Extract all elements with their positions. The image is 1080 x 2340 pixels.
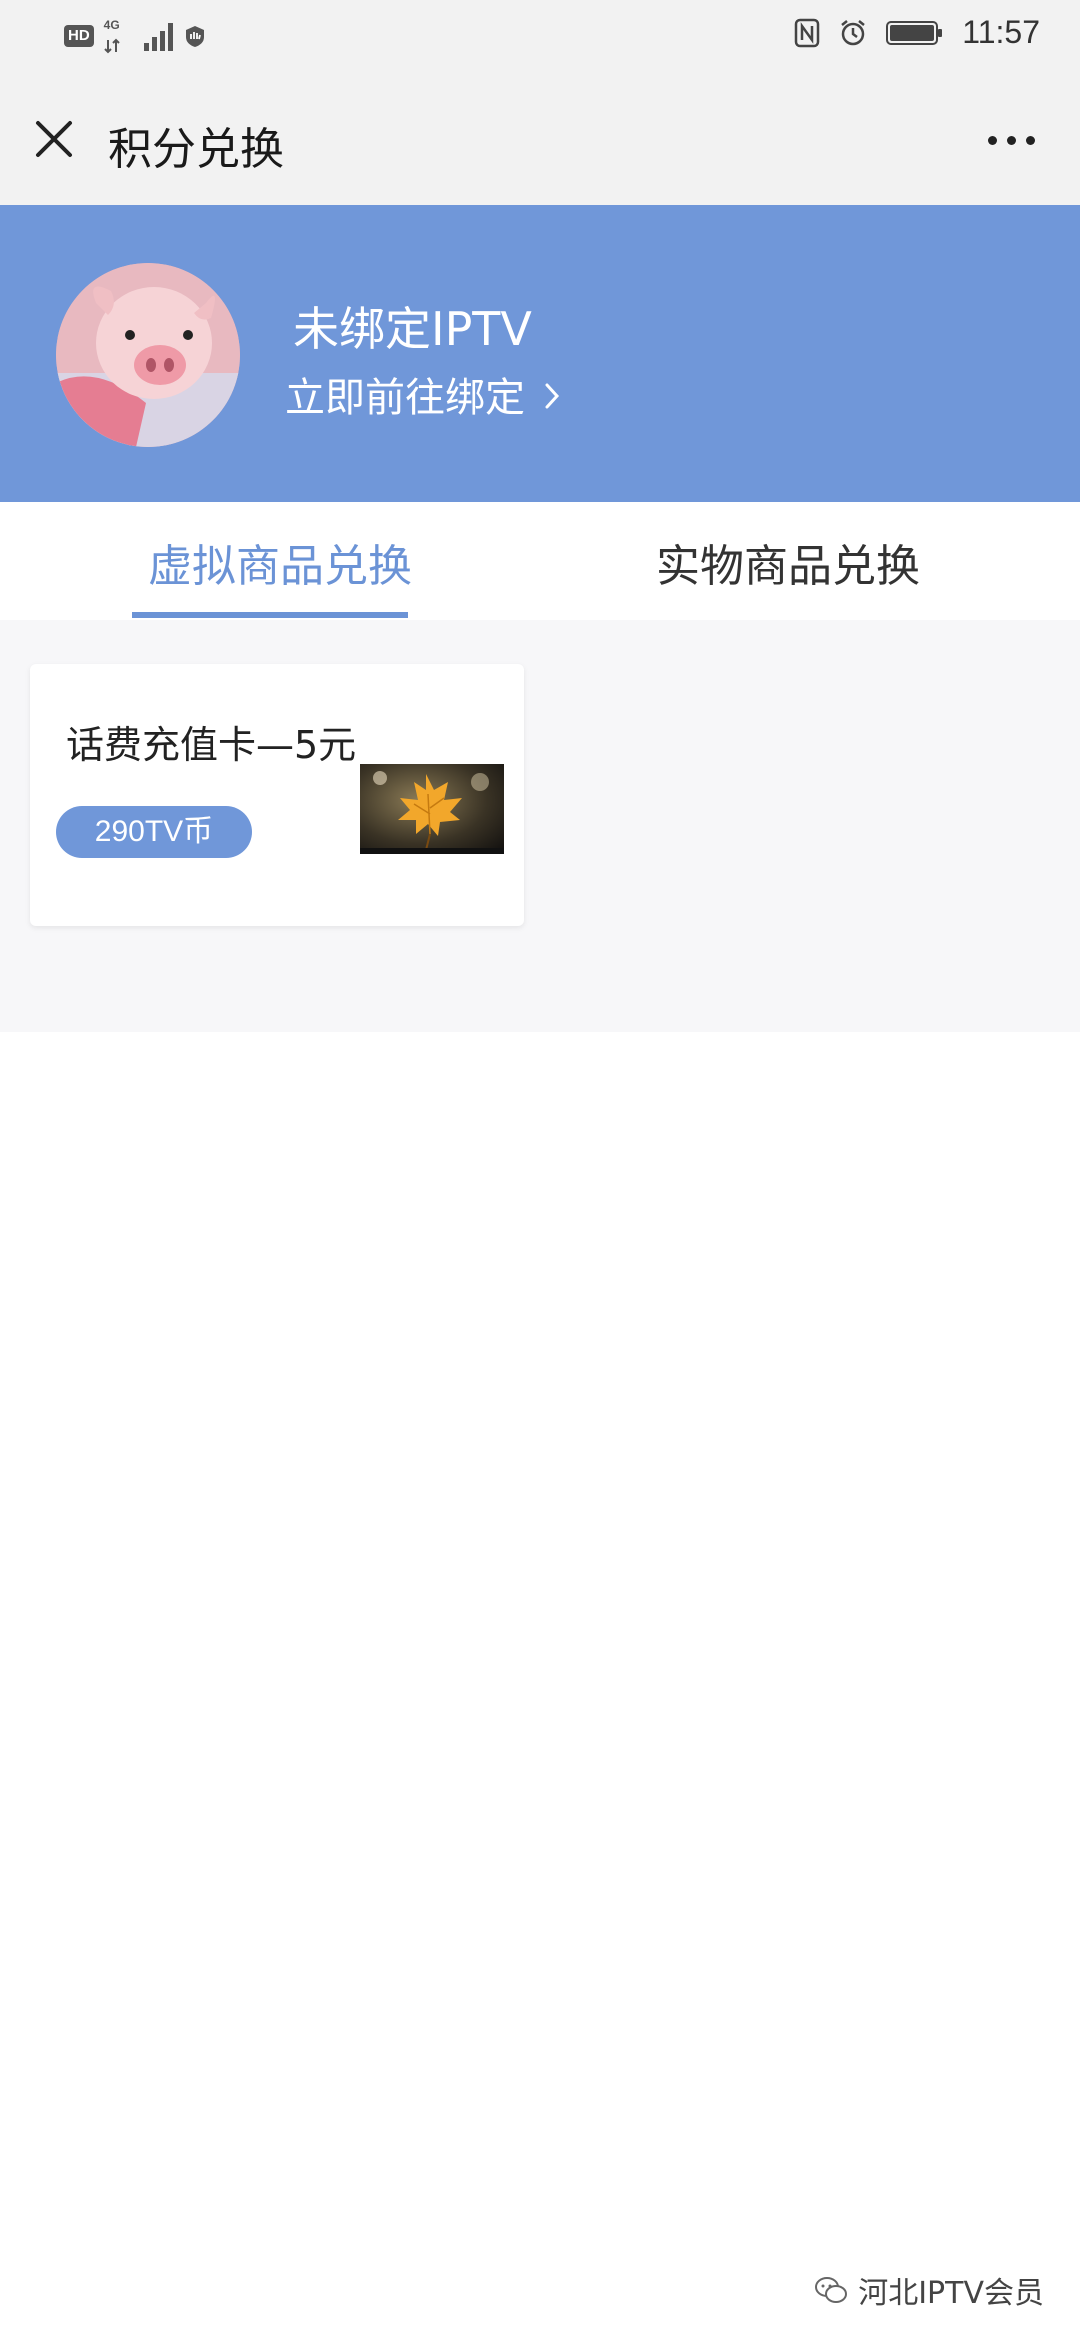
battery-icon — [886, 20, 943, 45]
chevron-right-icon — [545, 383, 560, 409]
price-badge: 290TV币 — [56, 806, 252, 858]
alarm-icon — [841, 19, 866, 45]
nav-bar: 积分兑换 — [0, 75, 1080, 205]
watermark-text: 河北IPTV会员 — [858, 2276, 1044, 2311]
status-bar-left: HD 4G — [64, 18, 207, 54]
hd-badge: HD — [64, 25, 94, 47]
more-icon — [988, 135, 997, 145]
pig-avatar-image — [56, 263, 240, 447]
signal-icon — [143, 21, 173, 51]
clock: 11:57 — [962, 14, 1040, 50]
product-title: 话费充值卡—5元 — [66, 723, 357, 767]
close-icon — [36, 121, 72, 157]
wechat-watermark: 河北IPTV会员 — [814, 2268, 1044, 2312]
product-card[interactable]: 话费充值卡—5元 290TV币 — [30, 664, 524, 926]
active-tab-indicator — [132, 612, 408, 618]
exchange-tabs: 虚拟商品兑换 实物商品兑换 — [0, 502, 1080, 620]
avatar[interactable] — [56, 263, 240, 447]
bind-now-label: 立即前往绑定 — [285, 375, 525, 421]
bind-now-link[interactable]: 立即前往绑定 — [285, 365, 561, 423]
bind-status: 未绑定IPTV — [293, 302, 532, 356]
wechat-icon — [815, 2277, 848, 2303]
status-bar-right: 11:57 — [794, 14, 1040, 51]
shield-app-icon — [185, 26, 204, 47]
product-thumbnail — [360, 764, 504, 854]
maple-leaf-image — [360, 764, 504, 854]
status-bar: HD 4G 11:57 — [0, 0, 1080, 75]
tab-physical-goods[interactable]: 实物商品兑换 — [656, 530, 920, 594]
more-button[interactable] — [988, 125, 1048, 155]
page-title: 积分兑换 — [108, 124, 284, 175]
tab-virtual-goods[interactable]: 虚拟商品兑换 — [148, 530, 412, 594]
product-list: 话费充值卡—5元 290TV币 — [0, 620, 1080, 1032]
profile-banner: 未绑定IPTV 立即前往绑定 — [0, 205, 1080, 502]
nfc-icon — [795, 18, 820, 47]
network-type: 4G — [104, 18, 134, 54]
close-button[interactable] — [30, 115, 78, 163]
